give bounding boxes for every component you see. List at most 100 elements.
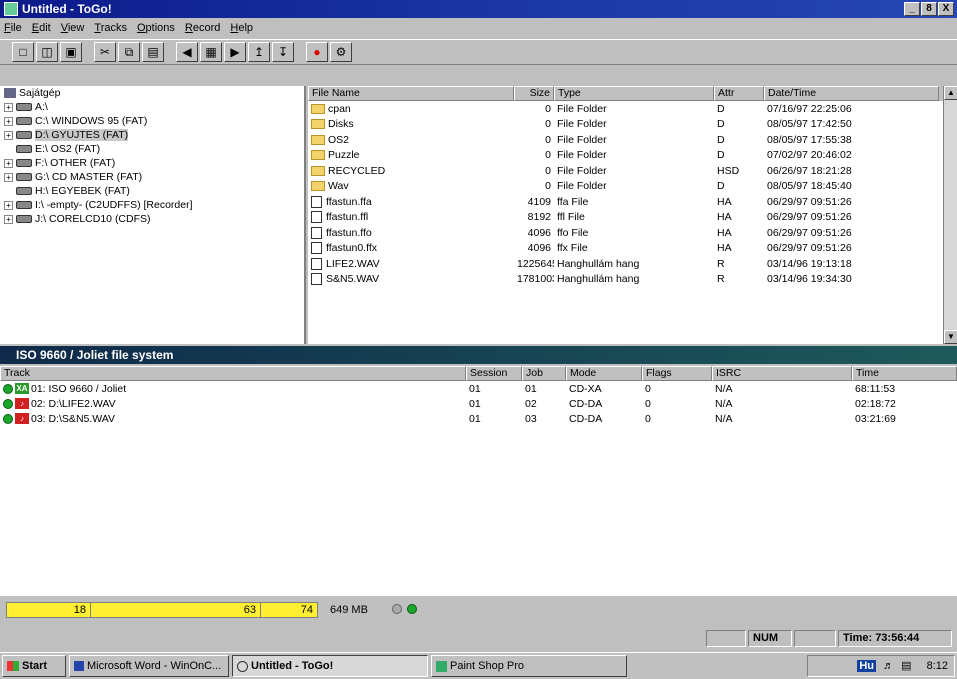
- file-row[interactable]: S&N5.WAV 17810036Hanghullám hang R 03/14/96…: [308, 272, 957, 288]
- tree-item[interactable]: + C:\ WINDOWS 95 (FAT): [0, 114, 304, 128]
- tree-item[interactable]: + D:\ GYUJTES (FAT): [0, 128, 304, 142]
- col-attr[interactable]: Attr: [714, 86, 764, 101]
- file-list-scrollbar[interactable]: ▲ ▼: [943, 86, 957, 344]
- tree-item[interactable]: E:\ OS2 (FAT): [0, 142, 304, 156]
- tree-item[interactable]: H:\ EGYEBEK (FAT): [0, 184, 304, 198]
- folder-icon: [311, 134, 325, 145]
- scroll-down-arrow-icon[interactable]: ▼: [944, 330, 957, 344]
- expand-icon[interactable]: +: [4, 200, 13, 210]
- play-icon[interactable]: ⚙: [330, 42, 352, 62]
- file-row[interactable]: ffastun.ffo 4096 ffo File HA 06/29/97 09:51:…: [308, 225, 957, 241]
- status-dot-icon: [3, 413, 13, 424]
- tracks-header: Track Session Job Mode Flags ISRC Time: [0, 366, 957, 381]
- tree-item[interactable]: + F:\ OTHER (FAT): [0, 156, 304, 170]
- grid-icon[interactable]: ▦: [200, 42, 222, 62]
- tree-item[interactable]: + I:\ -empty- (C2UDFFS) [Recorder]: [0, 198, 304, 212]
- col-isrc[interactable]: ISRC: [712, 366, 852, 381]
- file-size-cell: 0: [545, 149, 551, 162]
- tree-root[interactable]: Sajátgép: [0, 86, 304, 100]
- right-arrow-icon[interactable]: ▶: [224, 42, 246, 62]
- cut-icon[interactable]: ✂: [94, 42, 116, 62]
- file-type-cell: File Folder: [557, 133, 607, 146]
- new-icon[interactable]: □: [12, 42, 34, 62]
- maximize-button[interactable]: 8: [921, 2, 937, 16]
- file-row[interactable]: Puzzle 0 File Folder D 07/02/97 20:46:02: [308, 148, 957, 164]
- file-date-cell: 06/29/97 09:51:26: [767, 195, 852, 208]
- capacity-label: 649 MB: [330, 604, 368, 616]
- task-paint-shop-pro[interactable]: Paint Shop Pro: [431, 655, 627, 677]
- file-list[interactable]: File Name Size Type Attr Date/Time cpan 0…: [308, 86, 957, 344]
- file-row[interactable]: cpan 0 File Folder D 07/16/97 22:25:06: [308, 101, 957, 117]
- menu-edit[interactable]: Edit: [32, 22, 51, 34]
- menu-tracks[interactable]: Tracks: [94, 22, 127, 34]
- file-attr-cell: R: [717, 273, 725, 286]
- col-session[interactable]: Session: [466, 366, 522, 381]
- save-icon[interactable]: ▣: [60, 42, 82, 62]
- file-row[interactable]: Disks 0 File Folder D 08/05/97 17:42:50: [308, 117, 957, 133]
- file-row[interactable]: Wav 0 File Folder D 08/05/97 18:45:40: [308, 179, 957, 195]
- expand-icon[interactable]: +: [4, 102, 13, 112]
- col-track[interactable]: Track: [0, 366, 466, 381]
- file-row[interactable]: OS2 0 File Folder D 08/05/97 17:55:38: [308, 132, 957, 148]
- copy-icon[interactable]: ⧉: [118, 42, 140, 62]
- expand-icon[interactable]: +: [4, 116, 13, 126]
- file-attr-cell: HSD: [717, 164, 740, 177]
- file-row[interactable]: ffastun.ffa 4109 ffa File HA 06/29/97 09:51:…: [308, 194, 957, 210]
- menu-record[interactable]: Record: [185, 22, 220, 34]
- tree-item[interactable]: + G:\ CD MASTER (FAT): [0, 170, 304, 184]
- down-icon[interactable]: ↧: [272, 42, 294, 62]
- col-mode[interactable]: Mode: [566, 366, 642, 381]
- file-name-cell: LIFE2.WAV: [308, 258, 514, 270]
- col-type[interactable]: Type: [554, 86, 714, 101]
- menu-options[interactable]: Options: [137, 22, 175, 34]
- tree-item[interactable]: + J:\ CORELCD10 (CDFS): [0, 212, 304, 226]
- file-size-cell: 0: [545, 180, 551, 193]
- file-attr-cell: R: [717, 257, 725, 270]
- expand-icon[interactable]: +: [4, 214, 13, 224]
- file-row[interactable]: ffastun0.ffx 4096 ffx File HA 06/29/97 09:51…: [308, 241, 957, 257]
- file-date-cell: 06/29/97 09:51:26: [767, 242, 852, 255]
- togo-icon: [237, 660, 248, 672]
- tracks-list[interactable]: Track Session Job Mode Flags ISRC Time X…: [0, 366, 957, 596]
- menu-help[interactable]: Help: [230, 22, 253, 34]
- track-name: 01: ISO 9660 / Joliet: [31, 382, 127, 395]
- minimize-button[interactable]: _: [904, 2, 920, 16]
- scroll-up-arrow-icon[interactable]: ▲: [944, 86, 957, 100]
- up-icon[interactable]: ↥: [248, 42, 270, 62]
- task-word[interactable]: Microsoft Word - WinOnC...: [69, 655, 229, 677]
- track-row[interactable]: ♪ 02: D:\LIFE2.WAV 01 02 CD-DA 0 N/A 02:18:72: [0, 396, 957, 411]
- file-type-cell: Hanghullám hang: [557, 273, 640, 286]
- tree-item[interactable]: + A:\: [0, 100, 304, 114]
- paste-icon[interactable]: ▤: [142, 42, 164, 62]
- file-type-cell: File Folder: [557, 149, 607, 162]
- col-file-name[interactable]: File Name: [308, 86, 514, 101]
- expand-icon[interactable]: +: [4, 130, 13, 140]
- file-row[interactable]: RECYCLED 0 File Folder HSD 06/26/97 18:21:28: [308, 163, 957, 179]
- expand-icon[interactable]: +: [4, 172, 13, 182]
- col-flags[interactable]: Flags: [642, 366, 712, 381]
- status-lights: [392, 603, 419, 615]
- col-job[interactable]: Job: [522, 366, 566, 381]
- task-togo[interactable]: Untitled - ToGo!: [232, 655, 428, 677]
- speaker-icon[interactable]: ♬: [883, 660, 894, 672]
- menu-view[interactable]: View: [61, 22, 85, 34]
- close-button[interactable]: X: [938, 2, 954, 16]
- track-row[interactable]: XA 01: ISO 9660 / Joliet 01 01 CD-XA 0 N/A 68:1…: [0, 381, 957, 396]
- col-time[interactable]: Time: [852, 366, 957, 381]
- col-date[interactable]: Date/Time: [764, 86, 939, 101]
- drive-tree[interactable]: Sajátgép + A:\ + C:\ WINDOWS 95 (FAT) + D:\ G…: [0, 86, 306, 344]
- open-icon[interactable]: ◫: [36, 42, 58, 62]
- col-size[interactable]: Size: [514, 86, 554, 101]
- left-arrow-icon[interactable]: ◀: [176, 42, 198, 62]
- track-type-icon: ♪: [15, 413, 29, 425]
- start-button[interactable]: Start: [2, 655, 66, 677]
- language-indicator[interactable]: Hu: [857, 660, 876, 672]
- record-icon[interactable]: ●: [306, 42, 328, 62]
- expand-icon[interactable]: +: [4, 158, 13, 168]
- file-row[interactable]: ffastun.ffl 8192 ffl File HA 06/29/97 09:51:…: [308, 210, 957, 226]
- track-mode-cell: CD-XA: [569, 382, 602, 395]
- track-row[interactable]: ♪ 03: D:\S&N5.WAV 01 03 CD-DA 0 N/A 03:21:69: [0, 411, 957, 426]
- file-row[interactable]: LIFE2.WAV 12256458Hanghullám hang R 03/14/9…: [308, 256, 957, 272]
- menu-file[interactable]: File: [4, 22, 22, 34]
- network-icon[interactable]: ▤: [901, 660, 911, 672]
